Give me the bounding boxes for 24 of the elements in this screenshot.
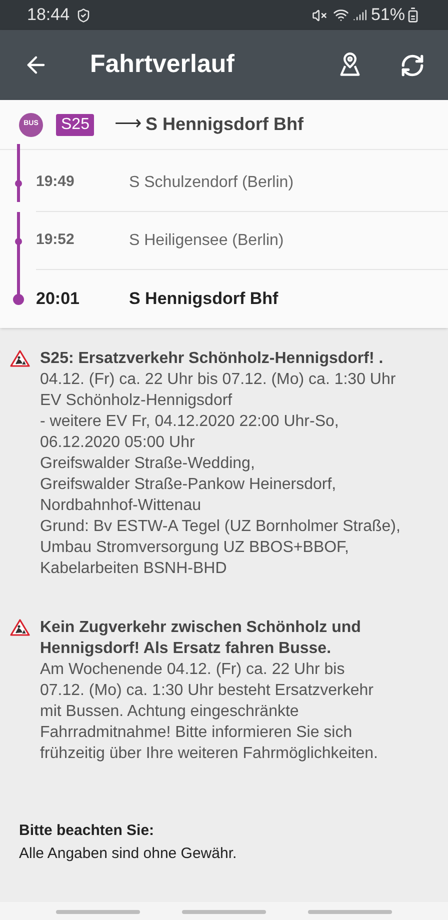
stop-time: 20:01 (36, 288, 80, 310)
message-title: Kein Zugverkehr zwischen Schönholz und Hennigsdorf! Als Ersatz fahren Busse. (40, 618, 362, 659)
status-time: 18:44 (27, 4, 70, 26)
construction-warning-icon (10, 350, 30, 367)
signal-icon (352, 8, 367, 22)
shield-check-icon (76, 8, 91, 22)
mute-icon (312, 8, 327, 22)
stop-time: 19:49 (36, 172, 76, 192)
stop-time: 19:52 (36, 230, 76, 250)
stop-name: S Schulzendorf (Berlin) (129, 172, 294, 192)
notice-title: Bitte beachten Sie: (19, 821, 156, 841)
battery-percentage: 51% (370, 4, 405, 26)
stop-name: S Hennigsdorf Bhf (129, 288, 278, 310)
direction-arrow: ⟶ (114, 112, 142, 136)
message-title: S25: Ersatzverkehr Schönholz-Hennigsdorf! . (40, 349, 384, 369)
stop-name: S Heiligensee (Berlin) (129, 230, 284, 250)
line-badge: S25 (56, 114, 94, 136)
destination-title: S Hennigsdorf Bhf (145, 113, 304, 136)
notice-text: Alle Angaben sind ohne Gewähr. (19, 844, 238, 864)
message-text: 04.12. (Fr) ca. 22 Uhr bis 07.12. (Mo) ca. 1:30 Uhr EV Schönholz-Hennigsdorf - weitere EV Fr, 04.12.2020 22:00 Uhr-So, 06.12.2020 05:00 Uhr Greifswalder Straße-Wedding, Greifswalder Straße-Pankow Heinersdorf, Nordbahnhof-Wittenau Grund: Bv ESTW-A Tegel (UZ Bornholmer Straße), Umbau Stromversorgung UZ BBOS+BBOF, Kabelarbeiten BSNH-BHD (40, 370, 400, 579)
wifi-icon (332, 7, 349, 23)
message-text: Am Wochenende 04.12. (Fr) ca. 22 Uhr bis 07.12. (Mo) ca. 1:30 Uhr besteht Ersatzverkehr mit Bussen. Achtung eingeschränkte Fahrradmitnahme! Bitte informieren Sie sich frühzeitig über Ihre weiteren Fahrmöglichkeiten. (40, 660, 378, 764)
construction-warning-icon (10, 619, 30, 636)
screen-title: Fahrtverlauf (90, 49, 236, 80)
